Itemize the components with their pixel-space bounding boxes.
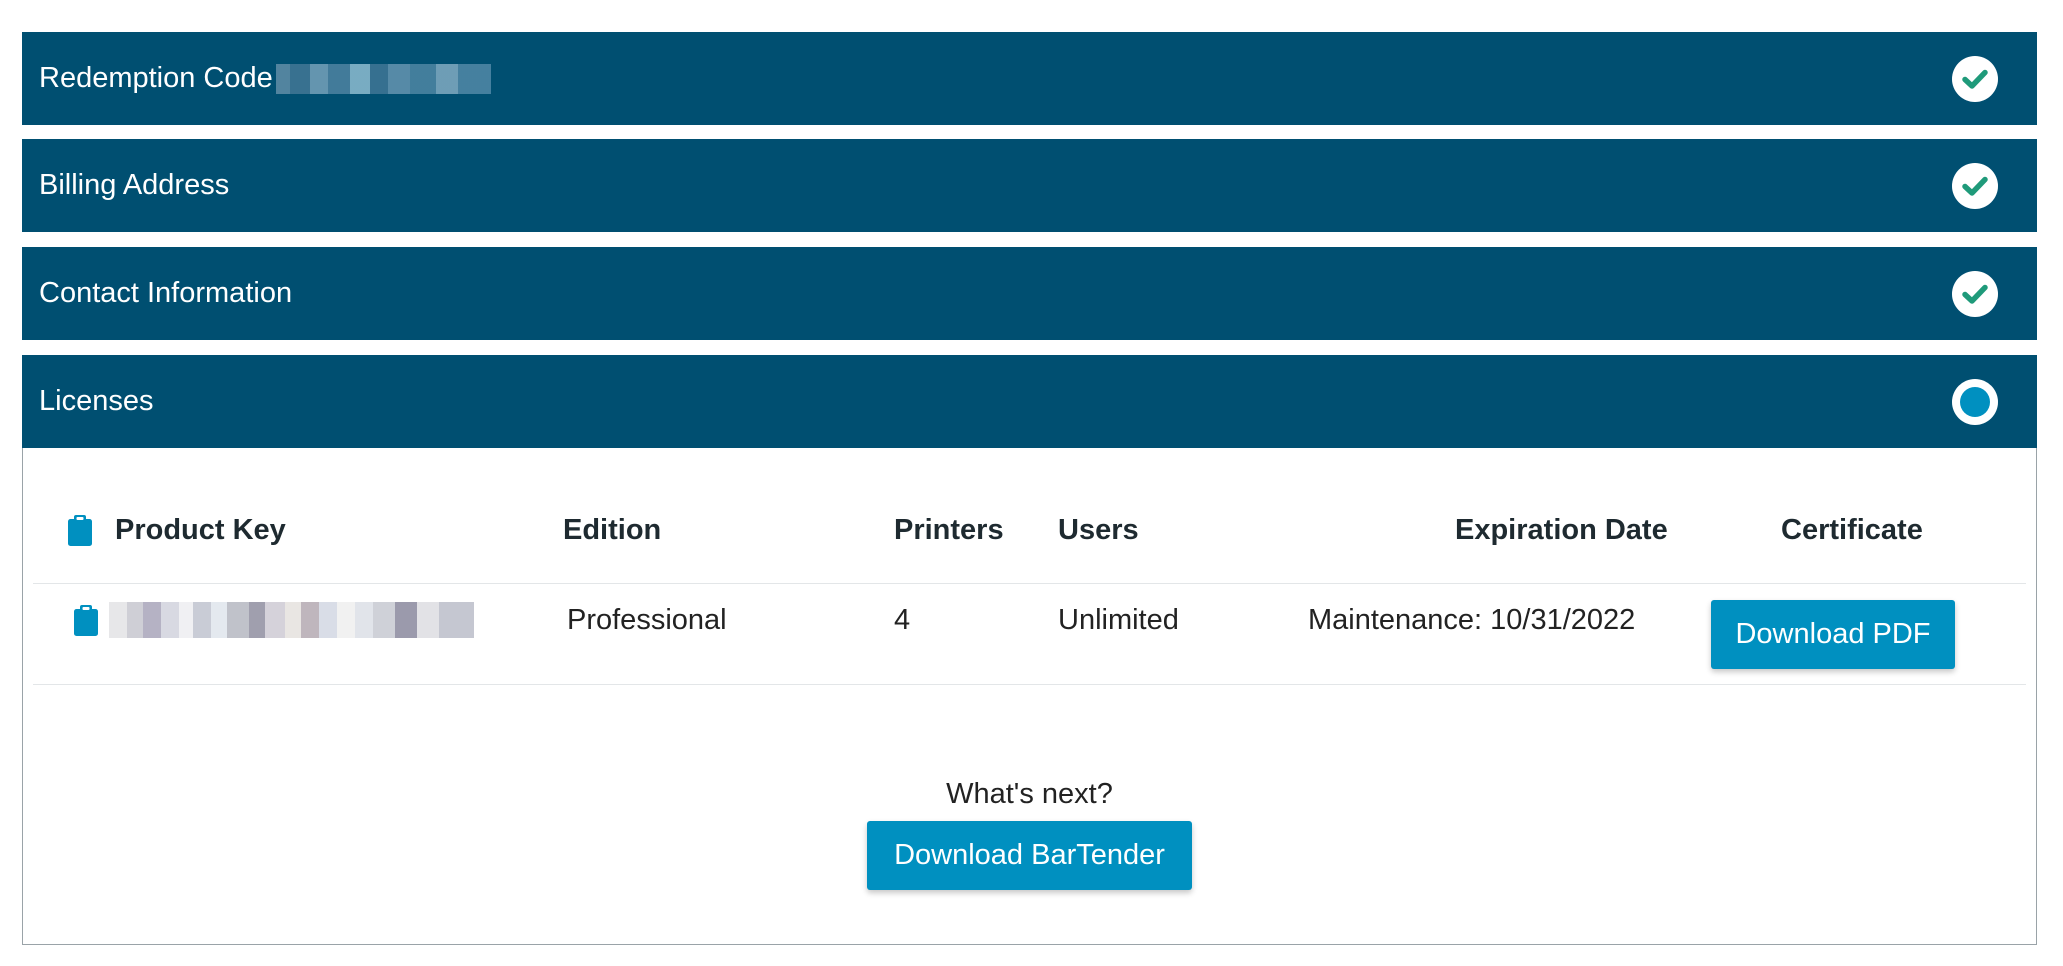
panel-title: Billing Address (39, 169, 230, 201)
cell-expiration-date: Maintenance: 10/31/2022 (1308, 603, 1636, 636)
panel-title: Contact Information (39, 277, 293, 309)
redacted-product-key (109, 602, 474, 638)
header-label-product-key: Product Key (115, 513, 286, 546)
whats-next-label: What's next? (946, 778, 1113, 810)
row-divider (33, 684, 2026, 685)
download-pdf-button[interactable]: Download PDF (1711, 600, 1955, 669)
panel-header-licenses[interactable]: Licenses (22, 355, 2037, 448)
panel-title: Licenses (39, 385, 154, 417)
panel-header-redemption-code[interactable]: Redemption Code (22, 32, 2037, 125)
column-header-edition: Edition (563, 513, 662, 546)
download-bartender-button[interactable]: Download BarTender (867, 821, 1192, 890)
row-divider (33, 583, 2026, 584)
cell-edition: Professional (567, 603, 727, 636)
panel-title: Redemption Code (39, 32, 491, 125)
check-circle-icon (1952, 56, 1998, 102)
panel-header-contact-information[interactable]: Contact Information (22, 247, 2037, 340)
cell-users: Unlimited (1058, 603, 1179, 636)
column-header-product-key: Product Key (67, 510, 286, 550)
check-circle-icon (1952, 271, 1998, 317)
clipboard-icon[interactable] (67, 514, 93, 546)
clipboard-icon[interactable] (73, 604, 99, 636)
ring-circle-icon (1952, 379, 1998, 425)
panel-header-billing-address[interactable]: Billing Address (22, 139, 2037, 232)
column-header-printers: Printers (894, 513, 1004, 546)
panel-title-text: Redemption Code (39, 62, 273, 94)
column-header-expiration-date: Expiration Date (1455, 513, 1668, 546)
column-header-users: Users (1058, 513, 1139, 546)
redacted-redemption-code (275, 63, 491, 94)
column-header-certificate: Certificate (1781, 513, 1923, 546)
cell-printers: 4 (894, 603, 911, 636)
check-circle-icon (1952, 163, 1998, 209)
cell-product-key (73, 600, 474, 640)
licenses-panel-body: Product Key Edition Printers Users Expir… (22, 448, 2037, 945)
